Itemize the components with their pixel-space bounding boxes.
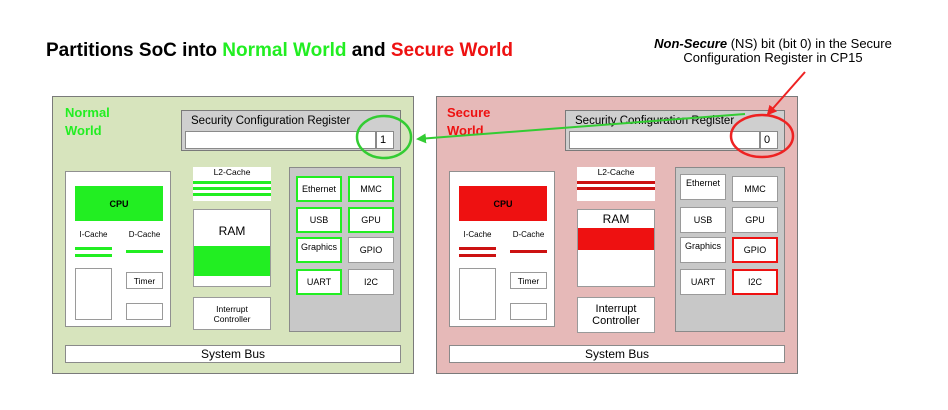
annotation-overlay [355,71,806,160]
secure-bit-highlight [729,113,795,159]
normal-bit-highlight [355,114,413,160]
ns-note-arrow [766,71,806,116]
bit-flip-arrow [416,113,746,144]
